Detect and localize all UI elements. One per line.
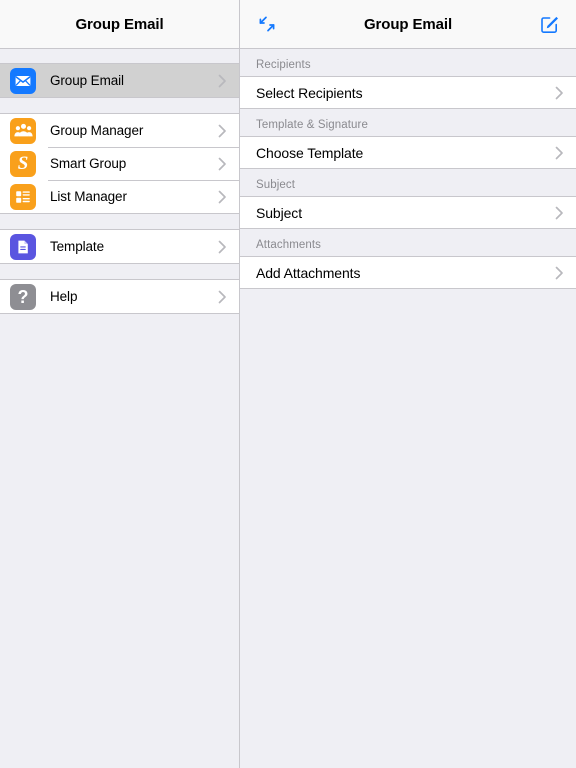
sidebar-spacer: [0, 214, 239, 229]
sidebar-item-list-manager[interactable]: List Manager: [0, 180, 239, 213]
people-group-icon: [10, 117, 36, 144]
sidebar-list: Group Email Group Manager S Smart Group …: [0, 49, 239, 768]
sidebar-item-label: Help: [50, 289, 78, 304]
sidebar-item-group-email[interactable]: Group Email: [0, 64, 239, 97]
cell-label: Choose Template: [256, 144, 364, 161]
compose-button[interactable]: [534, 9, 564, 39]
sidebar-item-label: List Manager: [50, 189, 127, 204]
list-icon: [10, 183, 36, 210]
compose-icon: [540, 16, 558, 33]
detail-pane: Group Email Recipients Select Recipients…: [240, 0, 576, 768]
sidebar: Group Email Group Email Group Manager S …: [0, 0, 240, 768]
question-mark-icon: ?: [10, 283, 36, 310]
cell-select-recipients[interactable]: Select Recipients: [240, 76, 576, 109]
letter-s-glyph: S: [17, 153, 29, 174]
section-header-attachments: Attachments: [240, 229, 576, 256]
sidebar-item-template[interactable]: Template: [0, 230, 239, 263]
chevron-right-icon: [218, 190, 226, 203]
chevron-right-icon: [218, 290, 226, 303]
question-mark-glyph: ?: [17, 286, 29, 307]
sidebar-navbar: Group Email: [0, 0, 239, 49]
section-header-template-signature: Template & Signature: [240, 109, 576, 136]
sidebar-spacer: [0, 264, 239, 279]
chevron-right-icon: [218, 157, 226, 170]
sidebar-item-group-manager[interactable]: Group Manager: [0, 114, 239, 147]
sidebar-spacer: [0, 49, 239, 63]
sidebar-item-label: Template: [50, 239, 104, 254]
detail-title: Group Email: [363, 15, 453, 33]
collapse-sidebar-button[interactable]: [252, 9, 282, 39]
section-header-subject: Subject: [240, 169, 576, 196]
cell-choose-template[interactable]: Choose Template: [240, 136, 576, 169]
sidebar-item-smart-group[interactable]: S Smart Group: [0, 147, 239, 180]
sidebar-group-2: Group Manager S Smart Group List Manager: [0, 113, 239, 214]
chevron-right-icon: [218, 74, 226, 87]
sidebar-item-label: Group Email: [50, 73, 124, 88]
detail-form-list: Recipients Select Recipients Template & …: [240, 49, 576, 768]
chevron-right-icon: [555, 206, 563, 219]
collapse-arrows-icon: [259, 16, 275, 32]
split-view-app: Group Email Group Email Group Manager S …: [0, 0, 576, 768]
sidebar-item-help[interactable]: ? Help: [0, 280, 239, 313]
chevron-right-icon: [555, 146, 563, 159]
cell-label: Select Recipients: [256, 84, 363, 101]
sidebar-item-label: Smart Group: [50, 156, 127, 171]
envelope-icon: [10, 67, 36, 94]
cell-label: Add Attachments: [256, 264, 361, 281]
chevron-right-icon: [555, 266, 563, 279]
cell-subject[interactable]: Subject: [240, 196, 576, 229]
sidebar-title: Group Email: [75, 15, 164, 33]
document-icon: [10, 233, 36, 260]
cell-label: Subject: [256, 204, 302, 221]
sidebar-group-4: ? Help: [0, 279, 239, 314]
chevron-right-icon: [218, 240, 226, 253]
detail-navbar: Group Email: [240, 0, 576, 49]
sidebar-group-1: Group Email: [0, 63, 239, 98]
cell-add-attachments[interactable]: Add Attachments: [240, 256, 576, 289]
section-header-recipients: Recipients: [240, 49, 576, 76]
smart-group-s-icon: S: [10, 150, 36, 177]
sidebar-spacer: [0, 98, 239, 113]
sidebar-item-label: Group Manager: [50, 123, 144, 138]
sidebar-group-3: Template: [0, 229, 239, 264]
chevron-right-icon: [218, 124, 226, 137]
chevron-right-icon: [555, 86, 563, 99]
